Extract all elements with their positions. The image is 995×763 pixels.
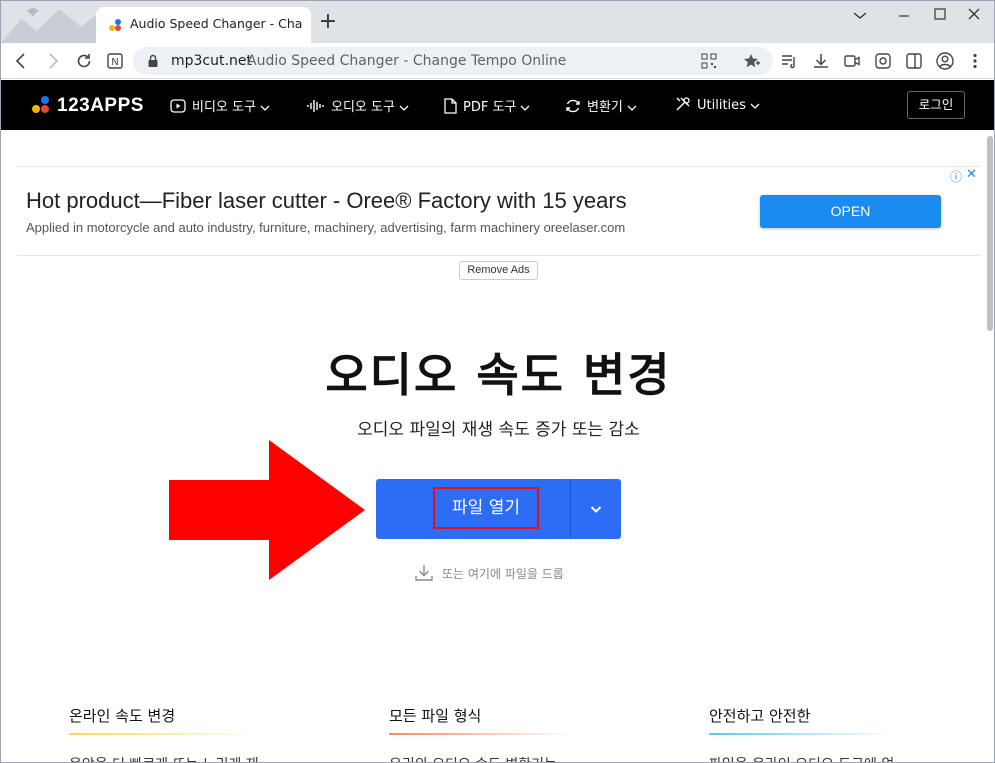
reading-list-icon[interactable] [779,51,799,71]
nav-label: 비디오 도구 [192,100,256,115]
play-icon [170,99,186,113]
nav-audio-tools[interactable]: 오디오 도구 [307,96,409,115]
tab-strip-decoration [1,1,96,43]
new-tab-button[interactable]: + [318,11,338,33]
feature-all-formats: 모든 파일 형식 우리의 오디오 속도 변환기는 [389,705,579,762]
tab-search-icon[interactable] [843,5,877,25]
feature-secure: 안전하고 안전한 파일을 온라인 오디오 도구에 업 [709,705,899,762]
svg-text:N: N [111,57,118,68]
reload-icon[interactable] [74,51,94,71]
maximize-icon[interactable] [923,5,957,25]
site-navbar: 123APPS 비디오 도구 오디오 도구 PDF 도구 변환기 Utiliti… [1,80,994,130]
tools-icon [676,97,690,111]
login-button[interactable]: 로그인 [907,91,965,119]
site-favicon-icon [109,19,121,31]
url-host: mp3cut.net [171,53,252,69]
nav-converters[interactable]: 변환기 [565,96,637,115]
waveform-icon [307,100,324,112]
open-file-button[interactable]: 파일 열기 [376,479,570,539]
close-window-icon[interactable] [957,5,991,25]
profile-icon[interactable] [935,51,955,71]
chevron-down-icon [590,506,602,513]
lock-icon [148,54,158,67]
tab-title: Audio Speed Changer - Change Tempo Onlin… [130,16,302,31]
document-icon [444,98,457,114]
download-tray-icon [415,565,433,581]
feature-underline [709,733,894,735]
media-icon[interactable] [842,51,862,71]
page-subtitle: 오디오 파일의 재생 속도 증가 또는 감소 [357,420,640,440]
qr-code-icon[interactable] [701,53,717,69]
ad-open-button[interactable]: OPEN [760,195,941,228]
remove-ads-button[interactable]: Remove Ads [459,261,538,280]
bookmark-star-icon[interactable] [743,53,761,69]
feature-online-speed: 온라인 속도 변경 음악을 더 빠르게 또는 느리게 재 [69,705,259,762]
nav-label: PDF 도구 [463,100,517,115]
menu-icon[interactable] [965,51,985,71]
ad-banner[interactable]: Hot product—Fiber laser cutter - Oree® F… [17,166,980,256]
feature-title: 안전하고 안전한 [709,707,811,725]
feature-text: 파일을 온라인 오디오 도구에 업 [709,754,899,762]
drop-hint-text: 또는 여기에 파일을 드롭 [442,567,564,581]
chevron-down-icon [750,103,760,109]
back-icon[interactable] [11,51,31,71]
open-file-dropdown[interactable] [571,479,621,539]
url-page-title: Audio Speed Changer - Change Tempo Onlin… [247,53,567,69]
minimize-icon[interactable] [887,5,921,25]
feature-text: 우리의 오디오 속도 변환기는 [389,754,579,762]
chevron-down-icon [520,105,530,111]
feature-underline [69,733,254,735]
page-title: 오디오 속도 변경 [325,348,672,402]
screenshot-icon[interactable] [873,51,893,71]
feature-underline [389,733,574,735]
feature-title: 모든 파일 형식 [389,707,482,725]
feature-title: 온라인 속도 변경 [69,707,176,725]
ad-info-icon[interactable]: ⓘ [950,168,962,185]
open-file-button-group: 파일 열기 [376,479,621,539]
convert-icon [566,99,580,113]
nav-label: Utilities [697,98,746,113]
browser-window: Audio Speed Changer - Change Tempo Onlin… [0,0,995,763]
drop-hint: 또는 여기에 파일을 드롭 [414,564,564,582]
nav-utilities[interactable]: Utilities [675,96,760,114]
side-panel-icon[interactable] [904,51,924,71]
open-file-label: 파일 열기 [433,487,539,529]
ad-subtitle: Applied in motorcycle and auto industry,… [26,220,626,235]
logo-dots-icon [32,96,49,113]
scrollbar-thumb[interactable] [987,136,993,331]
feature-text: 음악을 더 빠르게 또는 느리게 재 [69,754,259,762]
browser-toolbar: N mp3cut.net Audio Speed Changer - Chang… [1,43,994,79]
nav-label: 오디오 도구 [331,100,395,115]
nav-label: 변환기 [587,100,623,115]
download-icon[interactable] [811,51,831,71]
nav-pdf-tools[interactable]: PDF 도구 [443,96,530,115]
forward-icon[interactable] [43,51,63,71]
chevron-down-icon [399,105,409,111]
nav-video-tools[interactable]: 비디오 도구 [170,96,270,115]
ad-title[interactable]: Hot product—Fiber laser cutter - Oree® F… [26,188,627,214]
address-bar[interactable]: mp3cut.net Audio Speed Changer - Change … [133,47,773,75]
site-info-icon[interactable]: N [105,51,125,71]
chevron-down-icon [627,105,637,111]
red-arrow-annotation [169,440,365,580]
logo-text: 123APPS [57,95,144,116]
ad-close-icon[interactable]: ✕ [966,167,977,182]
browser-tab[interactable]: Audio Speed Changer - Change Tempo Onlin… [96,7,311,43]
chevron-down-icon [260,105,270,111]
tab-strip: Audio Speed Changer - Change Tempo Onlin… [1,1,994,43]
